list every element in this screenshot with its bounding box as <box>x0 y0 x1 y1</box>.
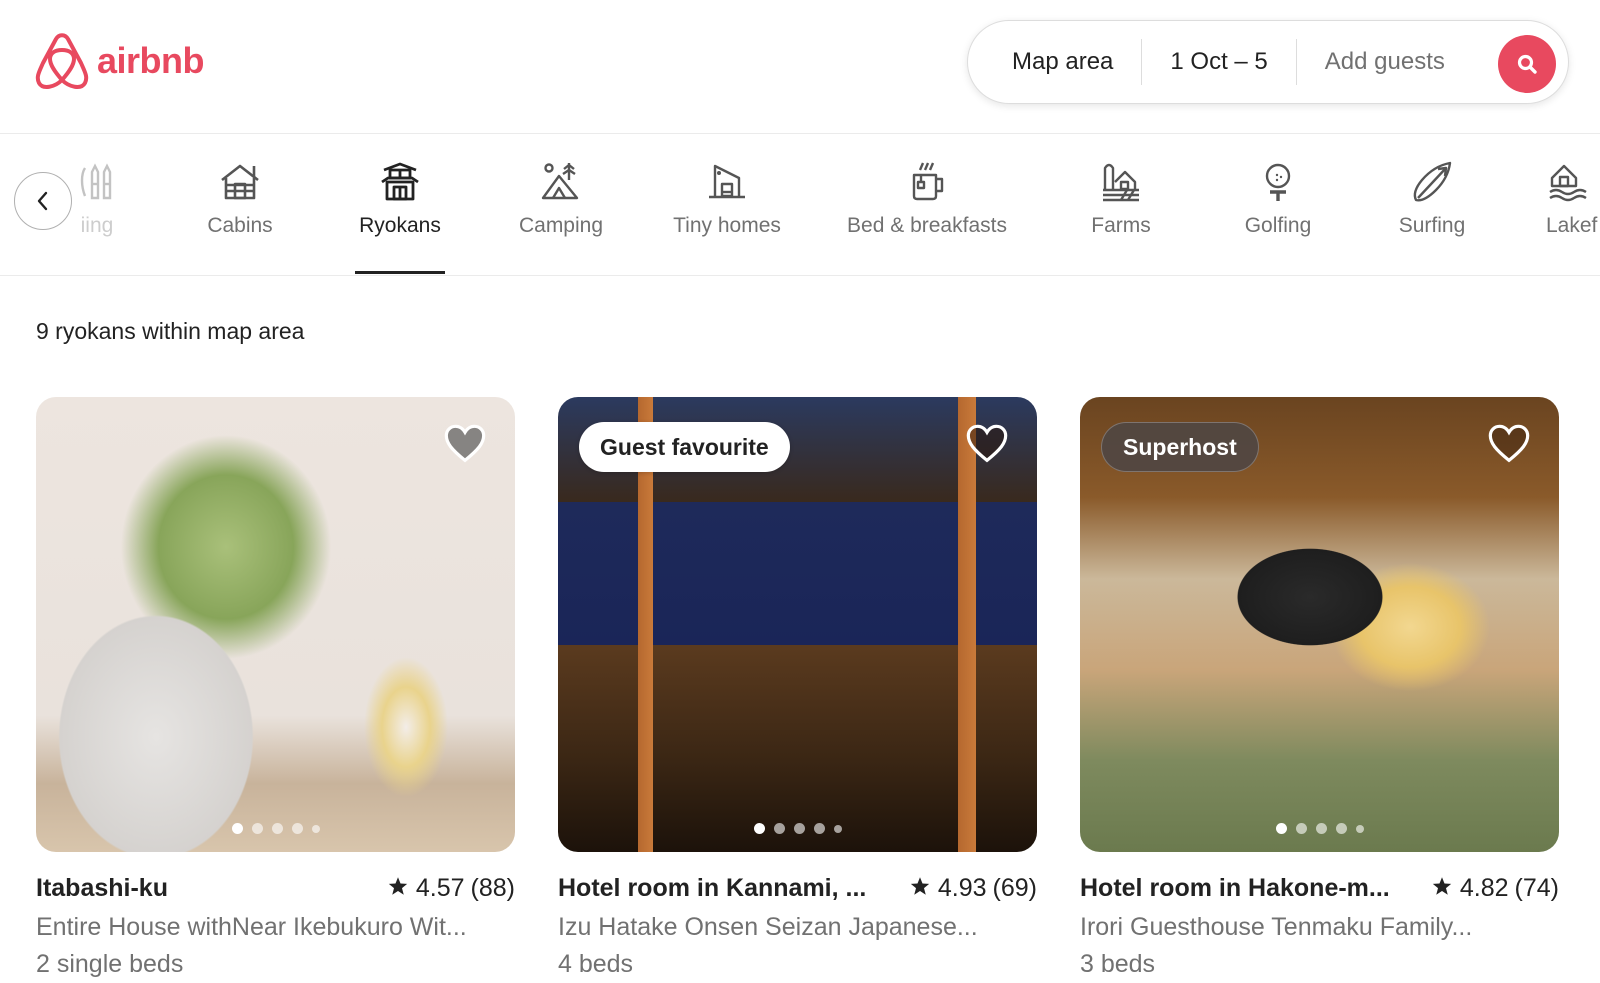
lakefront-icon <box>1546 160 1590 204</box>
photo-carousel-dots <box>36 823 515 834</box>
star-icon <box>1432 877 1452 895</box>
listing-rating: 4.93 (69) <box>910 874 1037 903</box>
category-farms[interactable]: Farms <box>1089 134 1153 275</box>
star-icon <box>388 877 408 895</box>
category-label: Camping <box>518 214 604 237</box>
category-lakefront[interactable]: Lakef <box>1546 134 1600 275</box>
search-button[interactable] <box>1498 35 1556 93</box>
listing-info: Hotel room in Hakone-m... 4.82 (74) Irori… <box>1080 874 1559 979</box>
rating-value: 4.82 <box>1459 874 1509 902</box>
listing-card[interactable]: Itabashi-ku 4.57 (88) Entire House withNe… <box>36 397 515 979</box>
category-bed-and-breakfasts[interactable]: Bed & breakfasts <box>840 134 1014 275</box>
carousel-dot[interactable] <box>773 823 785 834</box>
carousel-dot[interactable] <box>271 823 283 834</box>
category-label: Golfing <box>1244 214 1312 237</box>
heart-icon[interactable] <box>965 423 1009 463</box>
category-label: Tiny homes <box>673 214 781 237</box>
photo-carousel-dots <box>1080 823 1559 834</box>
heart-icon[interactable] <box>1487 423 1531 463</box>
listing-photo[interactable]: Guest favourite <box>558 397 1037 852</box>
carousel-dot[interactable] <box>1275 823 1287 834</box>
superhost-badge: Superhost <box>1101 422 1259 472</box>
tiny-home-icon <box>705 160 749 204</box>
carousel-dot[interactable] <box>1335 823 1347 834</box>
listing-card[interactable]: Guest favourite Hotel room in Kannami, .… <box>558 397 1037 979</box>
skis-icon <box>75 160 119 204</box>
search-bar[interactable]: Map area 1 Oct – 5 Add guests <box>967 20 1569 104</box>
top-header: airbnb Map area 1 Oct – 5 Add guests <box>0 0 1600 134</box>
category-label: Lakef <box>1546 214 1598 237</box>
category-label: Bed & breakfasts <box>847 214 1007 237</box>
listing-beds: 2 single beds <box>36 950 184 978</box>
category-ryokans[interactable]: Ryokans <box>355 134 445 275</box>
farm-icon <box>1099 160 1143 204</box>
search-icon <box>1517 54 1537 74</box>
active-category-indicator <box>355 271 445 274</box>
carousel-dot[interactable] <box>311 824 320 833</box>
star-icon <box>910 877 930 895</box>
tea-mug-icon <box>905 160 949 204</box>
carousel-dot[interactable] <box>813 823 825 834</box>
ryokan-icon <box>378 160 422 204</box>
listing-rating: 4.57 (88) <box>388 874 515 903</box>
category-label: Cabins <box>207 214 273 237</box>
chevron-left-icon <box>37 191 48 211</box>
carousel-dot[interactable] <box>291 823 303 834</box>
tent-icon <box>539 160 583 204</box>
carousel-dot[interactable] <box>833 824 842 833</box>
category-bar: iing Cabins Ryokans Camping Tiny homes B <box>0 134 1600 276</box>
listing-description: Izu Hatake Onsen Seizan Japanese... <box>558 913 978 941</box>
category-skiing[interactable]: iing <box>62 134 132 275</box>
listing-beds: 4 beds <box>558 950 634 978</box>
rating-value: 4.93 <box>937 874 987 902</box>
carousel-dot[interactable] <box>1295 823 1307 834</box>
category-camping[interactable]: Camping <box>513 134 609 275</box>
review-count: (88) <box>470 874 515 902</box>
listing-description: Irori Guesthouse Tenmaku Family... <box>1080 913 1473 941</box>
listing-photo[interactable] <box>36 397 515 852</box>
listing-name[interactable]: Hotel room in Kannami, ... <box>558 874 866 903</box>
category-cabins[interactable]: Cabins <box>203 134 277 275</box>
listing-info: Itabashi-ku 4.57 (88) Entire House withNe… <box>36 874 515 979</box>
category-golfing[interactable]: Golfing <box>1239 134 1317 275</box>
listing-card[interactable]: Superhost Hotel room in Hakone-m... 4.82… <box>1080 397 1559 979</box>
category-tiny-homes[interactable]: Tiny homes <box>669 134 785 275</box>
airbnb-belo-icon <box>35 33 89 89</box>
carousel-dot[interactable] <box>793 823 805 834</box>
carousel-dot[interactable] <box>1315 823 1327 834</box>
review-count: (74) <box>1514 874 1559 902</box>
listing-description: Entire House withNear Ikebukuro Wit... <box>36 913 467 941</box>
carousel-dot[interactable] <box>231 823 243 834</box>
category-label: Farms <box>1091 214 1151 237</box>
carousel-dot[interactable] <box>251 823 263 834</box>
category-label: Surfing <box>1398 214 1466 237</box>
carousel-dot[interactable] <box>1355 824 1364 833</box>
search-guests[interactable]: Add guests <box>1297 48 1473 76</box>
surfboard-icon <box>1410 160 1454 204</box>
heart-icon[interactable] <box>443 423 487 463</box>
listing-beds: 3 beds <box>1080 950 1156 978</box>
review-count: (69) <box>992 874 1037 902</box>
search-location[interactable]: Map area <box>968 48 1141 76</box>
listing-name[interactable]: Itabashi-ku <box>36 874 168 903</box>
category-label: iing <box>80 214 114 237</box>
category-surfing[interactable]: Surfing <box>1394 134 1470 275</box>
carousel-dot[interactable] <box>753 823 765 834</box>
listing-name[interactable]: Hotel room in Hakone-m... <box>1080 874 1390 903</box>
listing-photo[interactable]: Superhost <box>1080 397 1559 852</box>
logo-wordmark: airbnb <box>97 40 205 81</box>
guest-favourite-badge: Guest favourite <box>579 422 790 472</box>
listing-rating: 4.82 (74) <box>1432 874 1559 903</box>
photo-carousel-dots <box>558 823 1037 834</box>
search-dates[interactable]: 1 Oct – 5 <box>1142 48 1295 76</box>
cabin-icon <box>218 160 262 204</box>
listing-info: Hotel room in Kannami, ... 4.93 (69) Izu … <box>558 874 1037 979</box>
golf-ball-icon <box>1256 160 1300 204</box>
category-scroll-back-button[interactable] <box>14 172 72 230</box>
results-count-heading: 9 ryokans within map area <box>36 318 305 344</box>
rating-value: 4.57 <box>415 874 465 902</box>
airbnb-logo[interactable]: airbnb <box>35 32 205 90</box>
category-label: Ryokans <box>359 214 441 237</box>
